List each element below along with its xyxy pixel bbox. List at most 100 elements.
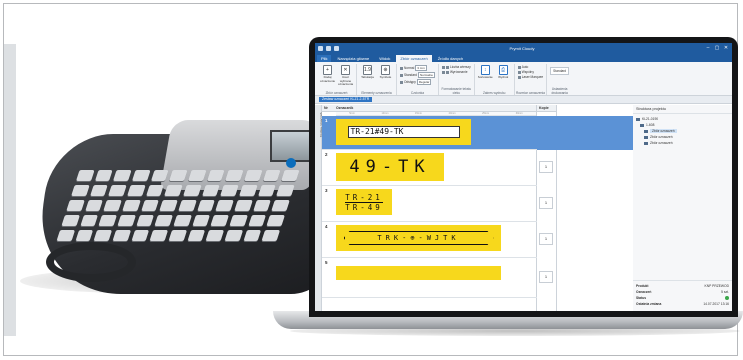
printer-key	[76, 170, 95, 181]
status-ok-icon	[725, 296, 729, 300]
size-auto-control[interactable]: Auto	[517, 65, 543, 69]
ribbon-group-marker-size: Auto Wspólny Laser Marquee Rozmiar oznac…	[515, 64, 548, 95]
tree-item[interactable]: Zbiór oznaczeń	[636, 140, 729, 146]
copies-input[interactable]: 1	[539, 233, 553, 245]
add-doc-icon: +	[323, 65, 332, 75]
table-row[interactable]: 2 49-TK	[322, 150, 537, 186]
font-controls: Normal 3 mm Standard Normalne Odstępy Regul…	[400, 65, 435, 85]
row-number: 5	[325, 260, 328, 265]
tab-marker-set[interactable]: Zbiór oznaczeń	[396, 55, 432, 62]
copies-input[interactable]: 1	[539, 161, 553, 173]
project-panel-title: Struktura projektu	[633, 105, 732, 114]
marker-label[interactable]: TRK-⊕-WJTK	[336, 225, 501, 251]
align-left-icon	[441, 65, 445, 69]
justify-icon	[445, 70, 449, 74]
printer-key	[164, 185, 183, 196]
auto-size-icon	[517, 65, 521, 69]
font-style-icon	[400, 73, 403, 77]
ribbon-group-marker-set: + Dodaj oznaczenie ✕ Usuń wybrane oznacz…	[317, 64, 357, 95]
font-size-control[interactable]: Normal 3 mm	[400, 65, 435, 71]
col-marker-header[interactable]: Oznacznik	[336, 106, 536, 110]
tab-home[interactable]: Narzędzia główne	[333, 55, 373, 62]
marker-line-1: TR-21	[345, 192, 383, 203]
printer-key	[127, 185, 146, 196]
row-number: 1	[325, 118, 328, 123]
app-title: Prymit Cloudy	[509, 45, 535, 51]
row-number: 2	[325, 152, 328, 157]
marker-label[interactable]: TR-21 TR-49	[336, 189, 392, 215]
redo-icon[interactable]	[334, 45, 339, 51]
marker-label[interactable]: 49-TK	[336, 153, 444, 181]
copies-input[interactable]: 1	[539, 197, 553, 209]
line-count-control[interactable]: Liczba wierszy	[441, 65, 471, 69]
marker-grid: Nr Oznacznik 5mm 10mm 15mm 20mm 25mm 30m…	[322, 105, 537, 311]
preview-column	[557, 105, 633, 311]
marker-text-input[interactable]: TR-21#49-TK	[347, 126, 460, 138]
tab-data-source[interactable]: Źródło danych	[434, 55, 467, 62]
delete-markers-button[interactable]: ✕ Usuń wybrane oznaczenia	[338, 65, 353, 87]
tab-file[interactable]: Plik	[317, 55, 332, 62]
col-copies-header[interactable]: Kopie	[537, 105, 556, 112]
ribbon-group-print-range: ↕ Sortowanie ⎙ Wydruk Zakres wydruku	[475, 64, 515, 95]
laser-icon	[517, 75, 521, 79]
printer-key	[244, 170, 263, 181]
printer-key	[56, 230, 75, 241]
printer-key	[140, 200, 160, 211]
printer-key	[113, 170, 132, 181]
printer-key	[61, 215, 80, 226]
save-icon[interactable]	[318, 45, 323, 51]
printer-key	[262, 170, 281, 181]
minimize-button[interactable]: –	[705, 45, 711, 51]
table-row[interactable]: 3 TR-21 TR-49	[322, 186, 537, 222]
printer-key	[188, 170, 207, 181]
marker-label[interactable]: TR-21#49-TK	[336, 119, 471, 145]
printer-key	[131, 230, 150, 241]
symbols-icon: ⊕	[381, 65, 390, 75]
symbols-button[interactable]: ⊕ Symbole	[378, 65, 393, 80]
property-row: Ostatnia zmiana 14.07.2017 13:16	[636, 302, 729, 306]
alignment-control[interactable]: Wyrównanie	[441, 70, 471, 74]
printer-key	[117, 215, 136, 226]
sort-button[interactable]: ↕ Sortowanie	[478, 65, 493, 80]
printer-key	[173, 215, 192, 226]
size-common-control[interactable]: Wspólny	[517, 70, 543, 74]
align-center-icon	[445, 65, 449, 69]
printer-key	[112, 230, 131, 241]
row-number: 4	[325, 224, 328, 229]
font-spacing-control[interactable]: Odstępy Regular	[400, 79, 435, 85]
marker-set-icon	[644, 141, 648, 145]
trash-icon: ✕	[341, 65, 350, 75]
printer-key	[132, 170, 151, 181]
copies-input[interactable]: 1	[539, 271, 553, 283]
copies-selection	[537, 116, 557, 150]
workspace: Zestaw oznaczeń Nr Oznacznik 5mm 10mm 15…	[315, 105, 732, 311]
side-tab[interactable]: Zestaw oznaczeń	[315, 105, 323, 311]
print-icon: ⎙	[498, 65, 508, 75]
print-settings-dropdown[interactable]: Standard	[550, 67, 570, 75]
project-tree: KL21-0190 1-608 Zbiór oznaczeń Zbiór ozn…	[633, 114, 732, 148]
marker-label[interactable]	[336, 266, 501, 280]
print-button[interactable]: ⎙ Wydruk	[496, 65, 511, 80]
printer-key	[206, 170, 225, 181]
laser-marquee-control[interactable]: Laser Marquee	[517, 75, 543, 79]
add-marker-button[interactable]: + Dodaj oznaczenie	[320, 65, 335, 83]
font-style-control[interactable]: Standard Normalne	[400, 72, 435, 78]
tabulation-button[interactable]: 1.9 Tabulacja	[360, 65, 375, 80]
undo-icon[interactable]	[326, 45, 331, 51]
printer-key	[122, 200, 141, 211]
table-row[interactable]: 1 TR-21#49-TK	[322, 116, 537, 150]
table-row[interactable]: 4 TRK-⊕-WJTK	[322, 222, 537, 258]
printer-key	[192, 215, 211, 226]
table-row[interactable]: 5	[322, 258, 537, 298]
marker-line-2: TR-49	[345, 202, 383, 212]
breadcrumb-item[interactable]: Zestaw oznaczeń KLZ1.2-5TR	[319, 97, 373, 102]
printer-key	[94, 170, 113, 181]
col-number-header[interactable]: Nr	[322, 106, 336, 110]
tabulation-icon: 1.9	[363, 65, 372, 75]
ribbon-group-font: Normal 3 mm Standard Normalne Odstępy Regul…	[397, 64, 439, 95]
maximize-button[interactable]: ▢	[714, 45, 720, 51]
folder-icon	[640, 123, 644, 127]
tab-view[interactable]: Widok	[375, 55, 394, 62]
ribbon-tabs: Plik Narzędzia główne Widok Zbiór oznacz…	[315, 53, 732, 62]
close-button[interactable]: ✕	[723, 45, 729, 51]
